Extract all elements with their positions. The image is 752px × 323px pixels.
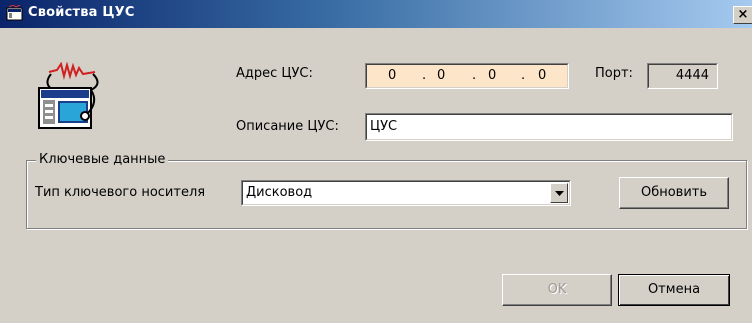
port-field: 4444 (647, 63, 718, 89)
carrier-type-label: Тип ключевого носителя (35, 185, 206, 200)
dropdown-button[interactable] (550, 183, 568, 203)
carrier-type-value: Дисковод (246, 185, 313, 200)
address-ip-input[interactable]: 0 . 0 . 0 . 0 (365, 63, 569, 89)
window-title: Свойства ЦУС (28, 5, 135, 20)
description-value: ЦУС (370, 119, 398, 134)
ip-octet-4[interactable]: 0 (538, 68, 546, 83)
ip-separator-1: . (422, 68, 427, 83)
title-bar: Свойства ЦУС × (0, 0, 752, 28)
key-data-legend: Ключевые данные (36, 152, 169, 167)
address-label: Адрес ЦУС: (236, 66, 313, 81)
cancel-button[interactable]: Отмена (618, 274, 730, 306)
ip-separator-3: . (521, 68, 526, 83)
chevron-down-icon (555, 191, 564, 196)
ip-separator-2: . (472, 68, 477, 83)
close-button[interactable]: × (733, 6, 752, 24)
carrier-type-select[interactable]: Дисковод (241, 180, 571, 206)
refresh-button[interactable]: Обновить (619, 177, 729, 209)
network-center-icon (38, 62, 99, 129)
ip-octet-1[interactable]: 0 (388, 68, 396, 83)
ip-octet-3[interactable]: 0 (488, 68, 496, 83)
ok-button[interactable]: OK (502, 274, 612, 306)
close-icon: × (737, 7, 749, 22)
port-value: 4444 (675, 68, 709, 83)
description-input[interactable]: ЦУС (365, 113, 733, 141)
window-app-icon (6, 5, 23, 21)
ip-octet-2[interactable]: 0 (437, 68, 445, 83)
description-label: Описание ЦУС: (236, 119, 339, 134)
port-label: Порт: (595, 66, 633, 81)
